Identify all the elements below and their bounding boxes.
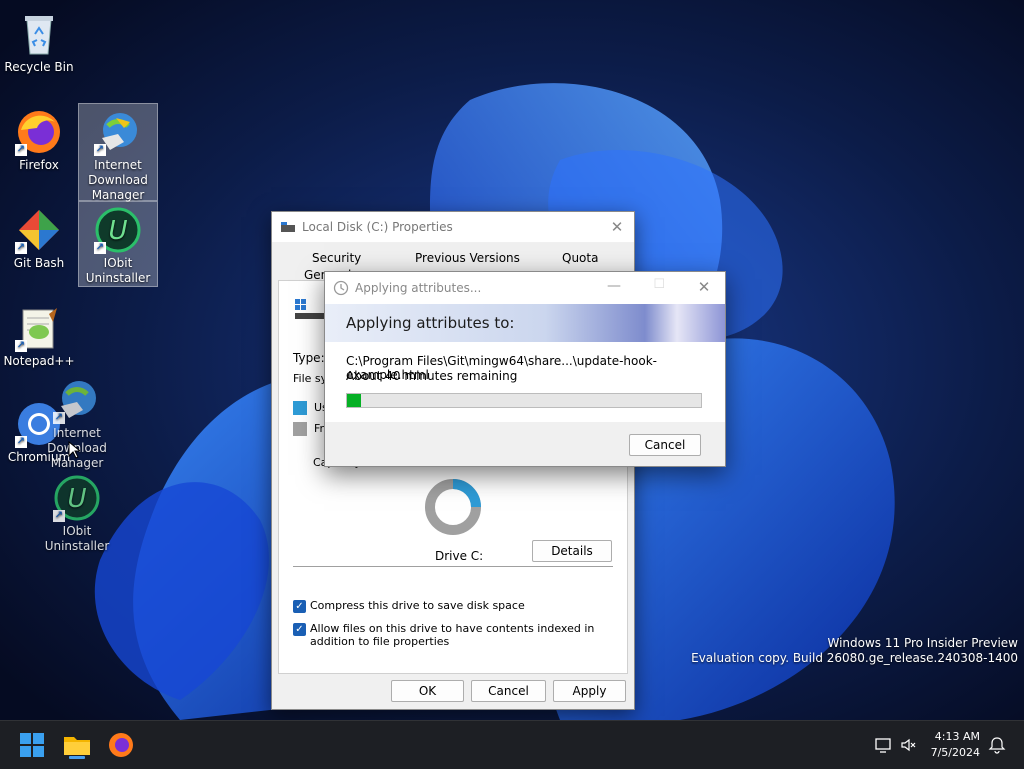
- shortcut-arrow-icon: ↗: [15, 242, 27, 254]
- desktop-icon-internet-download-manager[interactable]: ↗ Internet Download Manager: [78, 103, 158, 202]
- drive-label: Drive C:: [435, 549, 484, 563]
- progress-bar-fill: [347, 394, 362, 407]
- clock-time: 4:13 AM: [934, 730, 980, 743]
- iobit-uninstaller-icon: U ↗: [94, 206, 142, 254]
- recycle-bin-icon: [15, 10, 63, 58]
- apply-heading: Applying attributes to:: [325, 304, 725, 342]
- details-button[interactable]: Details: [532, 540, 612, 562]
- network-icon[interactable]: [874, 736, 892, 754]
- taskbar-clock[interactable]: 4:13 AM 7/5/2024: [931, 729, 980, 761]
- iobit-uninstaller-icon: U ↗: [53, 474, 101, 522]
- desktop-icon-label: IObit Uninstaller: [85, 256, 151, 285]
- checkmark-icon: ✓: [293, 600, 306, 613]
- progress-bar: [346, 393, 702, 408]
- index-contents-checkbox[interactable]: ✓ Allow files on this drive to have cont…: [293, 622, 613, 648]
- start-button[interactable]: [16, 729, 48, 761]
- free-space-label: Fr: [314, 422, 325, 435]
- time-remaining: About 40 minutes remaining: [346, 369, 518, 383]
- compress-drive-checkbox[interactable]: ✓ Compress this drive to save disk space: [293, 599, 613, 613]
- shortcut-arrow-icon: ↗: [15, 144, 27, 156]
- shortcut-arrow-icon: ↗: [15, 436, 27, 448]
- desktop-icon-git-bash[interactable]: ↗ Git Bash: [0, 202, 78, 271]
- tab-quota[interactable]: Quota: [562, 251, 598, 265]
- close-icon[interactable]: ✕: [608, 218, 626, 236]
- clock-icon: [333, 280, 349, 296]
- shortcut-arrow-icon: ↗: [94, 242, 106, 254]
- windows-start-icon: [20, 733, 44, 757]
- desktop-icon-label: Git Bash: [13, 256, 65, 270]
- drive-large-icon: [295, 299, 325, 319]
- ok-button[interactable]: OK: [391, 680, 464, 702]
- free-space-swatch: [293, 422, 307, 436]
- desktop-icon-label: Notepad++: [3, 354, 75, 368]
- desktop-icon-label: Recycle Bin: [4, 60, 74, 74]
- firefox-icon: ↗: [15, 108, 63, 156]
- shortcut-arrow-icon: ↗: [15, 340, 27, 352]
- disk-usage-donut: [425, 479, 481, 535]
- evaluation-watermark: Windows 11 Pro Insider Preview Evaluatio…: [691, 636, 1018, 666]
- properties-title: Local Disk (C:) Properties: [302, 220, 453, 234]
- checkmark-icon: ✓: [293, 623, 306, 636]
- apply-body: C:\Program Files\Git\mingw64\share...\up…: [325, 342, 725, 422]
- git-bash-icon: ↗: [15, 206, 63, 254]
- svg-text:U: U: [67, 484, 86, 514]
- index-contents-label: Allow files on this drive to have conten…: [310, 622, 595, 648]
- svg-text:U: U: [108, 216, 127, 246]
- taskbar-firefox[interactable]: [105, 729, 137, 761]
- notepad-plus-plus-icon: ↗: [15, 304, 63, 352]
- taskbar-file-explorer[interactable]: [61, 729, 93, 761]
- minimize-icon[interactable]: —: [607, 278, 621, 294]
- divider: [293, 566, 613, 567]
- tab-security[interactable]: Security: [312, 251, 361, 265]
- compress-drive-label: Compress this drive to save disk space: [310, 599, 525, 612]
- idm-icon: ↗: [53, 376, 101, 424]
- volume-muted-icon[interactable]: [900, 736, 918, 754]
- notification-bell-icon[interactable]: [988, 736, 1006, 754]
- type-label: Type:: [293, 351, 325, 365]
- shortcut-arrow-icon: ↗: [53, 510, 65, 522]
- desktop-icon-label: Internet Download Manager: [88, 158, 148, 202]
- watermark-line2: Evaluation copy. Build 26080.ge_release.…: [691, 651, 1018, 665]
- idm-icon: ↗: [94, 108, 142, 156]
- apply-titlebar[interactable]: Applying attributes... — ☐ ✕: [325, 272, 725, 304]
- apply-title: Applying attributes...: [355, 281, 482, 295]
- watermark-line1: Windows 11 Pro Insider Preview: [827, 636, 1018, 650]
- maximize-icon: ☐: [653, 277, 665, 292]
- desktop-icon-iobit-uninstaller[interactable]: U ↗ IObit Uninstaller: [78, 201, 158, 287]
- desktop-icon-firefox[interactable]: ↗ Firefox: [0, 104, 78, 173]
- tab-previous-versions[interactable]: Previous Versions: [415, 251, 520, 265]
- taskbar: 4:13 AM 7/5/2024: [0, 720, 1024, 769]
- drive-icon: [281, 222, 295, 232]
- clock-date: 7/5/2024: [930, 746, 980, 759]
- folder-icon: [64, 737, 90, 759]
- firefox-icon: [109, 733, 133, 757]
- shortcut-arrow-icon: ↗: [94, 144, 106, 156]
- desktop-icon-recycle-bin[interactable]: Recycle Bin: [0, 6, 78, 75]
- tab-row: Security Previous Versions Quota: [272, 251, 634, 269]
- apply-button[interactable]: Apply: [553, 680, 626, 702]
- cancel-button[interactable]: Cancel: [471, 680, 546, 702]
- close-icon[interactable]: ✕: [695, 278, 713, 296]
- desktop-icon-iobit-uninstaller-drag[interactable]: U ↗ IObit Uninstaller: [38, 470, 116, 554]
- properties-titlebar[interactable]: Local Disk (C:) Properties ✕: [272, 212, 634, 242]
- used-space-swatch: [293, 401, 307, 415]
- desktop-icon-label: IObit Uninstaller: [44, 524, 110, 553]
- cancel-button[interactable]: Cancel: [629, 434, 701, 456]
- desktop-icon-notepad-plus-plus[interactable]: ↗ Notepad++: [0, 300, 78, 369]
- applying-attributes-dialog: Applying attributes... — ☐ ✕ Applying at…: [324, 271, 726, 467]
- mouse-cursor-icon: [68, 441, 80, 459]
- shortcut-arrow-icon: ↗: [53, 412, 65, 424]
- desktop-icon-label: Firefox: [19, 158, 59, 172]
